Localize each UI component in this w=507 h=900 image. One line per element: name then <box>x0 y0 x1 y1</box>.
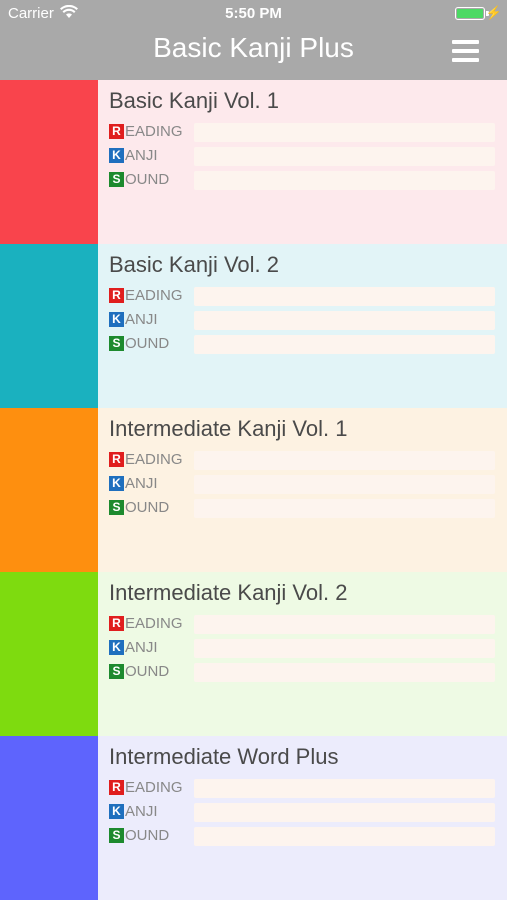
status-bar: Carrier 5:50 PM ⚡ <box>0 0 507 28</box>
course-card[interactable]: Intermediate Kanji Vol. 1 R EADING K ANJI … <box>0 408 507 572</box>
kanji-progress-bar <box>194 639 495 658</box>
reading-badge: R <box>109 780 124 795</box>
reading-label: EADING <box>125 451 183 468</box>
course-color-swatch <box>0 736 98 900</box>
course-title: Basic Kanji Vol. 1 <box>109 88 279 113</box>
course-title: Intermediate Kanji Vol. 2 <box>109 580 348 605</box>
course-body: Basic Kanji Vol. 2 R EADING K ANJI S OUND <box>98 244 507 408</box>
battery-icon <box>455 7 485 20</box>
sound-progress-bar <box>194 335 495 354</box>
sound-progress-bar <box>194 663 495 682</box>
reading-badge: R <box>109 288 124 303</box>
sound-label: OUND <box>125 499 170 516</box>
sound-badge: S <box>109 828 124 843</box>
sound-label: OUND <box>125 663 170 680</box>
sound-progress-bar <box>194 499 495 518</box>
reading-progress-bar <box>194 123 495 142</box>
course-card[interactable]: Basic Kanji Vol. 1 R EADING K ANJI S OUND <box>0 80 507 244</box>
kanji-progress-bar <box>194 475 495 494</box>
sound-label: OUND <box>125 335 170 352</box>
course-title: Intermediate Word Plus <box>109 744 339 769</box>
reading-label: EADING <box>125 615 183 632</box>
sound-progress-bar <box>194 171 495 190</box>
course-list: Basic Kanji Vol. 1 R EADING K ANJI S OUND B… <box>0 80 507 900</box>
kanji-progress-row: K ANJI <box>109 639 495 658</box>
hamburger-menu-icon[interactable] <box>452 40 479 63</box>
kanji-label: ANJI <box>125 311 158 328</box>
kanji-label: ANJI <box>125 147 158 164</box>
sound-badge: S <box>109 336 124 351</box>
reading-progress-bar <box>194 287 495 306</box>
course-card[interactable]: Intermediate Kanji Vol. 2 R EADING K ANJI … <box>0 572 507 736</box>
reading-progress-row: R EADING <box>109 451 495 470</box>
course-card[interactable]: Intermediate Word Plus R EADING K ANJI S OU… <box>0 736 507 900</box>
sound-progress-bar <box>194 827 495 846</box>
reading-progress-row: R EADING <box>109 123 495 142</box>
course-body: Basic Kanji Vol. 1 R EADING K ANJI S OUND <box>98 80 507 244</box>
kanji-progress-bar <box>194 311 495 330</box>
kanji-progress-row: K ANJI <box>109 147 495 166</box>
kanji-badge: K <box>109 148 124 163</box>
kanji-progress-bar <box>194 803 495 822</box>
charging-icon: ⚡ <box>485 5 502 20</box>
course-body: Intermediate Word Plus R EADING K ANJI S OU… <box>98 736 507 900</box>
sound-progress-row: S OUND <box>109 171 495 190</box>
kanji-label: ANJI <box>125 475 158 492</box>
course-color-swatch <box>0 572 98 736</box>
app-title: Basic Kanji Plus <box>153 32 354 63</box>
reading-badge: R <box>109 452 124 467</box>
reading-progress-bar <box>194 615 495 634</box>
course-body: Intermediate Kanji Vol. 2 R EADING K ANJI … <box>98 572 507 736</box>
reading-label: EADING <box>125 287 183 304</box>
reading-progress-row: R EADING <box>109 779 495 798</box>
kanji-progress-row: K ANJI <box>109 803 495 822</box>
course-title: Intermediate Kanji Vol. 1 <box>109 416 348 441</box>
reading-badge: R <box>109 124 124 139</box>
course-color-swatch <box>0 80 98 244</box>
kanji-label: ANJI <box>125 803 158 820</box>
kanji-progress-row: K ANJI <box>109 475 495 494</box>
reading-badge: R <box>109 616 124 631</box>
course-card[interactable]: Basic Kanji Vol. 2 R EADING K ANJI S OUND <box>0 244 507 408</box>
course-body: Intermediate Kanji Vol. 1 R EADING K ANJI … <box>98 408 507 572</box>
kanji-badge: K <box>109 640 124 655</box>
course-title: Basic Kanji Vol. 2 <box>109 252 279 277</box>
reading-progress-row: R EADING <box>109 287 495 306</box>
reading-progress-row: R EADING <box>109 615 495 634</box>
kanji-badge: K <box>109 804 124 819</box>
kanji-progress-bar <box>194 147 495 166</box>
kanji-label: ANJI <box>125 639 158 656</box>
sound-badge: S <box>109 500 124 515</box>
sound-label: OUND <box>125 827 170 844</box>
course-color-swatch <box>0 244 98 408</box>
course-color-swatch <box>0 408 98 572</box>
status-time: 5:50 PM <box>225 5 282 22</box>
reading-label: EADING <box>125 779 183 796</box>
kanji-badge: K <box>109 476 124 491</box>
kanji-progress-row: K ANJI <box>109 311 495 330</box>
sound-progress-row: S OUND <box>109 499 495 518</box>
sound-label: OUND <box>125 171 170 188</box>
sound-progress-row: S OUND <box>109 335 495 354</box>
sound-badge: S <box>109 664 124 679</box>
reading-progress-bar <box>194 451 495 470</box>
reading-progress-bar <box>194 779 495 798</box>
sound-progress-row: S OUND <box>109 827 495 846</box>
reading-label: EADING <box>125 123 183 140</box>
kanji-badge: K <box>109 312 124 327</box>
sound-badge: S <box>109 172 124 187</box>
sound-progress-row: S OUND <box>109 663 495 682</box>
